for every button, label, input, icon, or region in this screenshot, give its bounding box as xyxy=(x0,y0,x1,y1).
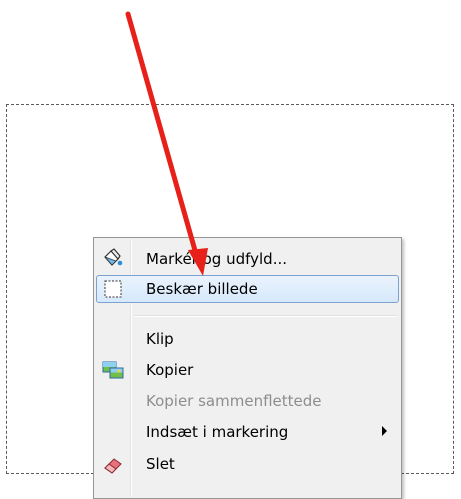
menu-item-paste-into-selection[interactable]: Indsæt i markering xyxy=(96,418,399,446)
image-canvas[interactable]: Markér og udfyld... Beskær billede Klip xyxy=(0,0,461,499)
eraser-icon xyxy=(102,453,124,475)
menu-item-label: Kopier xyxy=(146,361,194,379)
menu-item-label: Beskær billede xyxy=(146,280,258,298)
select-fill-icon xyxy=(102,248,124,270)
menu-item-label: Klip xyxy=(146,330,174,348)
menu-item-copy-merged: Kopier sammenflettede xyxy=(96,387,399,415)
menu-item-cut[interactable]: Klip xyxy=(96,325,399,353)
menu-item-label: Kopier sammenflettede xyxy=(146,392,322,410)
menu-item-label: Slet xyxy=(146,455,175,473)
copy-image-icon xyxy=(102,359,124,381)
menu-separator xyxy=(134,315,397,317)
menu-item-select-fill[interactable]: Markér og udfyld... xyxy=(96,245,399,273)
menu-item-label: Indsæt i markering xyxy=(146,423,289,441)
submenu-arrow-icon xyxy=(382,426,387,436)
menu-item-crop[interactable]: Beskær billede xyxy=(96,275,399,303)
menu-item-delete[interactable]: Slet xyxy=(96,450,399,478)
menu-item-copy[interactable]: Kopier xyxy=(96,356,399,384)
menu-item-label: Markér og udfyld... xyxy=(146,250,287,268)
crop-icon xyxy=(102,278,124,300)
context-menu: Markér og udfyld... Beskær billede Klip xyxy=(93,237,402,499)
